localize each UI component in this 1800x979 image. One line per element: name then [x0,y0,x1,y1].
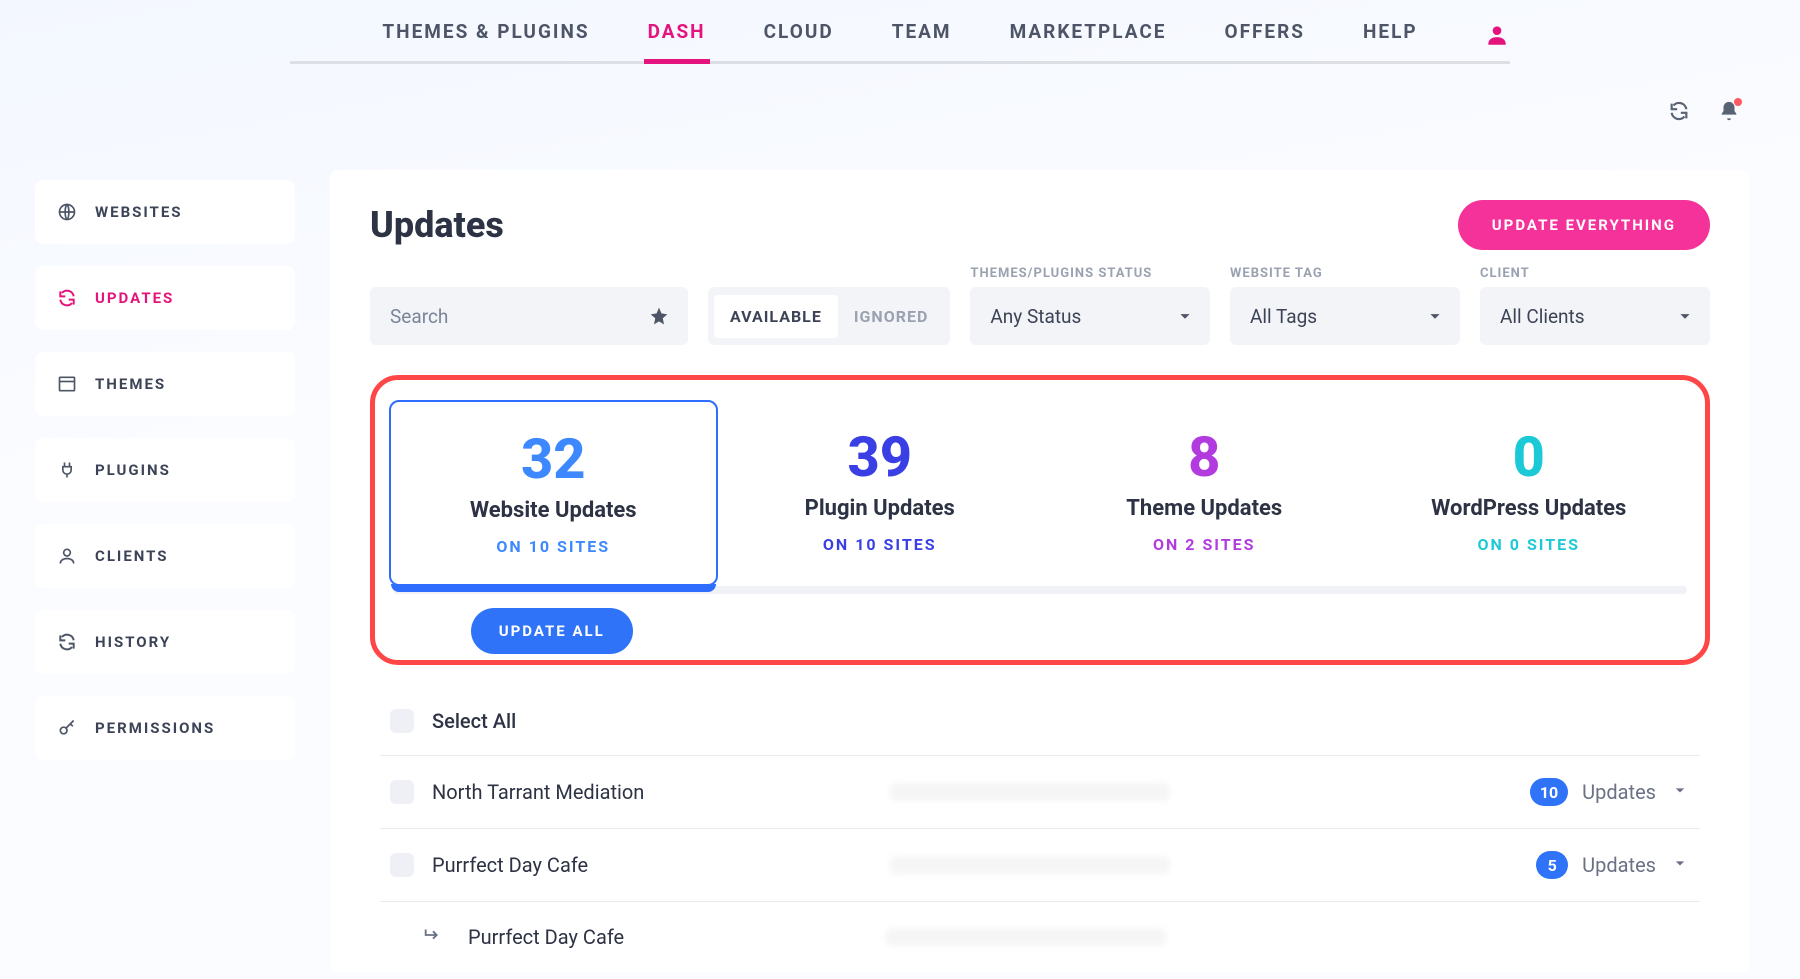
stat-website-updates[interactable]: 32 Website Updates ON 10 SITES [389,400,718,586]
client-filter-label: CLIENT [1480,266,1710,281]
site-name: Purrfect Day Cafe [432,853,872,877]
nav-offers[interactable]: OFFERS [1224,20,1305,43]
table-row[interactable]: Purrfect Day Cafe 5 Updates [380,829,1700,902]
refresh-icon[interactable] [1668,100,1690,126]
site-name: North Tarrant Mediation [432,780,872,804]
refresh-icon [57,288,77,308]
tag-select[interactable]: All Tags [1230,287,1460,345]
select-all-checkbox[interactable] [390,709,414,733]
site-url-redacted [890,783,1170,801]
seg-available[interactable]: AVAILABLE [714,295,838,338]
select-all-row: Select All [380,687,1700,756]
subrow-arrow-icon [422,924,444,950]
key-icon [57,718,77,738]
subsite-name: Purrfect Day Cafe [468,925,868,949]
availability-segment: AVAILABLE IGNORED [708,287,950,345]
nav-cloud[interactable]: CLOUD [764,20,834,43]
sidebar-item-label: UPDATES [95,289,174,307]
updates-label: Updates [1582,853,1656,877]
stats-highlight-box: 32 Website Updates ON 10 SITES 39 Plugin… [370,375,1710,665]
site-url-redacted [886,928,1166,946]
stat-wordpress-updates[interactable]: 0 WordPress Updates ON 0 SITES [1367,400,1692,586]
top-icons [1668,100,1740,126]
layout-icon [57,374,77,394]
status-filter-label: THEMES/PLUGINS STATUS [970,266,1210,281]
history-icon [57,632,77,652]
top-nav: THEMES & PLUGINS DASH CLOUD TEAM MARKETP… [290,20,1510,64]
table-subrow[interactable]: Purrfect Day Cafe [380,902,1700,972]
select-all-label: Select All [432,709,872,733]
nav-dash[interactable]: DASH [648,20,706,43]
notifications-icon[interactable] [1718,100,1740,126]
nav-marketplace[interactable]: MARKETPLACE [1010,20,1167,43]
sidebar-item-updates[interactable]: UPDATES [35,266,295,330]
person-icon [57,546,77,566]
sidebar-item-permissions[interactable]: PERMISSIONS [35,696,295,760]
plug-icon [57,460,77,480]
sidebar: WEBSITES UPDATES THEMES PLUGINS CLIENTS … [35,180,295,760]
sidebar-item-label: THEMES [95,375,166,393]
chevron-down-icon[interactable] [1670,780,1690,804]
sidebar-item-label: HISTORY [95,633,171,651]
sidebar-item-themes[interactable]: THEMES [35,352,295,416]
filters-row: AVAILABLE IGNORED THEMES/PLUGINS STATUS … [370,266,1710,345]
user-icon[interactable] [1484,22,1510,52]
row-checkbox[interactable] [390,853,414,877]
client-select[interactable]: All Clients [1480,287,1710,345]
stat-plugin-updates[interactable]: 39 Plugin Updates ON 10 SITES [718,400,1043,586]
sidebar-item-label: CLIENTS [95,547,169,565]
nav-team[interactable]: TEAM [892,20,952,43]
table-row[interactable]: North Tarrant Mediation 10 Updates [380,756,1700,829]
main-panel: Updates UPDATE EVERYTHING AVAILABLE IGNO… [330,170,1750,972]
update-all-button[interactable]: UPDATE ALL [471,608,633,654]
status-select[interactable]: Any Status [970,287,1210,345]
update-everything-button[interactable]: UPDATE EVERYTHING [1458,200,1710,250]
page-title: Updates [370,204,504,246]
updates-count-badge: 5 [1536,851,1568,879]
sidebar-item-history[interactable]: HISTORY [35,610,295,674]
sidebar-item-websites[interactable]: WEBSITES [35,180,295,244]
sidebar-item-label: PERMISSIONS [95,719,215,737]
site-url-redacted [890,856,1170,874]
sidebar-item-label: WEBSITES [95,203,183,221]
sidebar-item-plugins[interactable]: PLUGINS [35,438,295,502]
seg-ignored[interactable]: IGNORED [838,295,945,338]
notification-dot [1734,98,1742,106]
nav-themes-plugins[interactable]: THEMES & PLUGINS [382,20,589,43]
stat-theme-updates[interactable]: 8 Theme Updates ON 2 SITES [1042,400,1367,586]
updates-list: Select All North Tarrant Mediation 10 Up… [370,687,1710,972]
row-checkbox[interactable] [390,780,414,804]
search-input[interactable] [370,287,630,345]
sidebar-item-clients[interactable]: CLIENTS [35,524,295,588]
nav-help[interactable]: HELP [1363,20,1418,43]
tag-filter-label: WEBSITE TAG [1230,266,1460,281]
sidebar-item-label: PLUGINS [95,461,171,479]
favorite-filter-button[interactable] [630,287,688,345]
updates-count-badge: 10 [1530,778,1568,806]
chevron-down-icon[interactable] [1670,853,1690,877]
updates-label: Updates [1582,780,1656,804]
globe-icon [57,202,77,222]
